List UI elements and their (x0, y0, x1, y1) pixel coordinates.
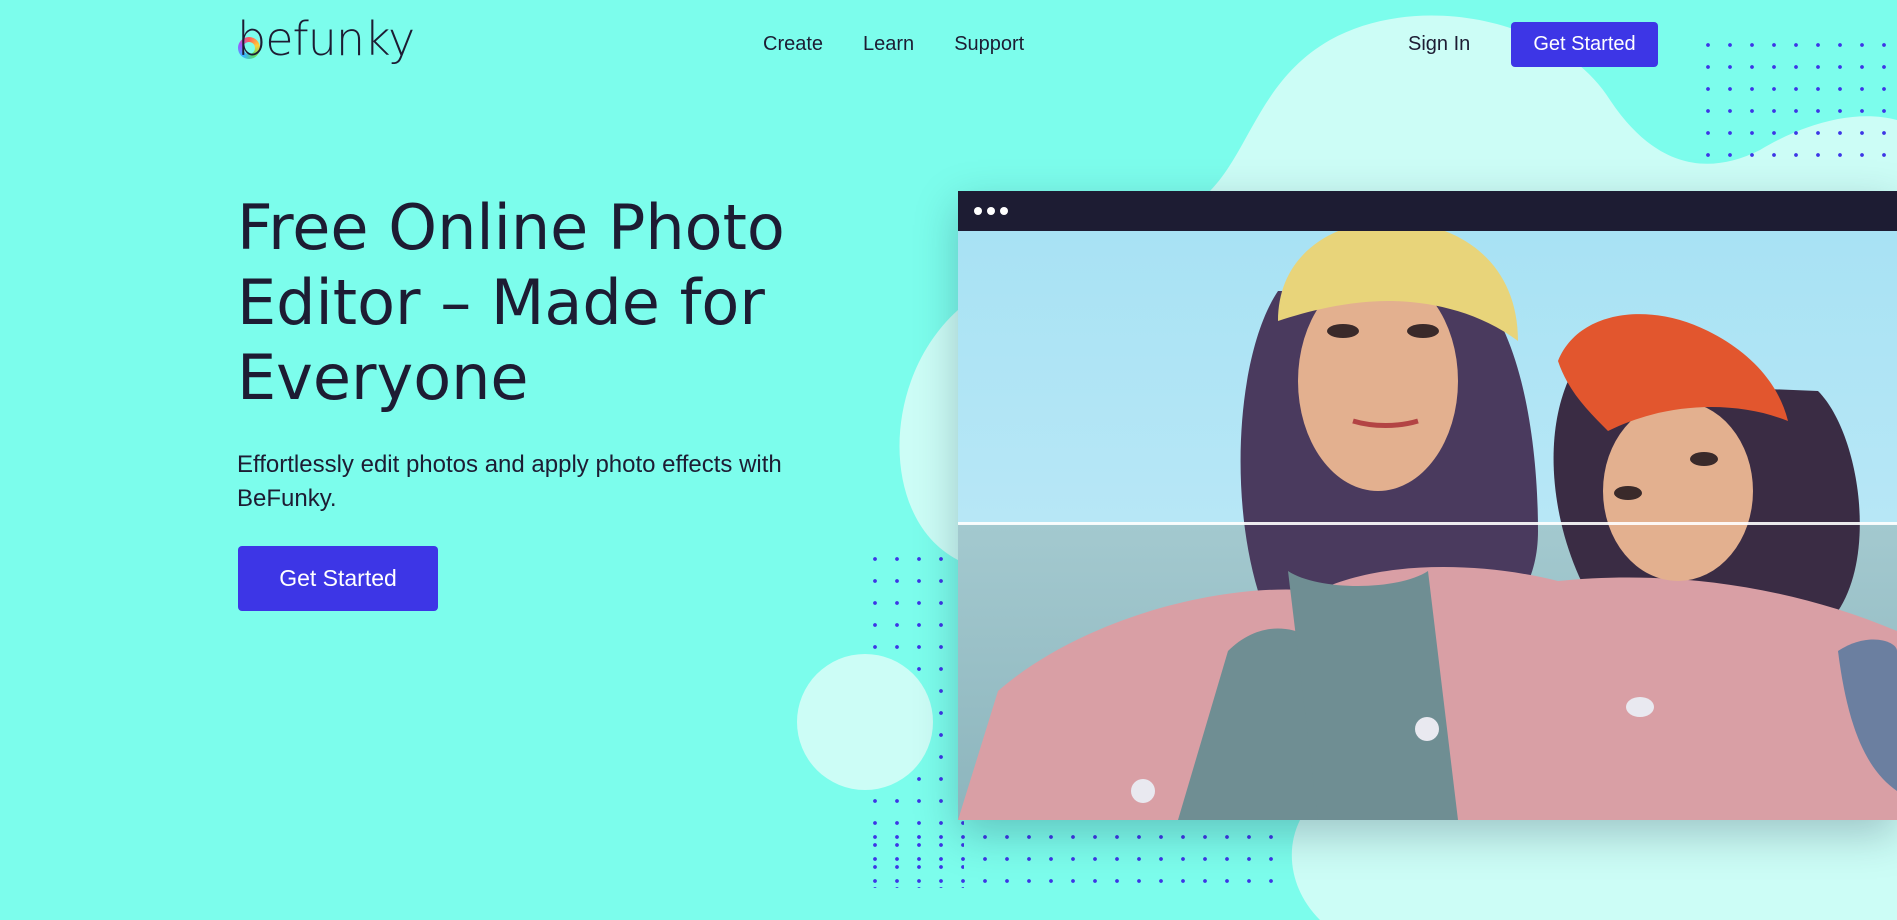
page: befunky Create Learn Support Sign In Get… (0, 0, 1897, 920)
site-header: befunky Create Learn Support Sign In Get… (0, 0, 1897, 90)
main-nav: Create Learn Support (763, 30, 1024, 58)
befunky-logo[interactable]: befunky (237, 12, 415, 68)
logo-text: befunky (237, 12, 415, 66)
before-after-divider[interactable] (958, 522, 1897, 525)
decorative-dot-grid (864, 826, 1274, 888)
editor-window-preview (958, 191, 1897, 820)
hero-subtitle: Effortlessly edit photos and apply photo… (237, 451, 782, 512)
header-get-started-button[interactable]: Get Started (1511, 22, 1658, 67)
window-dots-icon (974, 207, 1008, 215)
sign-in-link[interactable]: Sign In (1408, 30, 1470, 58)
nav-learn[interactable]: Learn (863, 30, 914, 58)
editor-title-bar (958, 191, 1897, 231)
photo-preview-image (958, 231, 1897, 820)
hero-title: Free Online Photo Editor – Made for Ever… (237, 191, 785, 414)
decorative-circle (797, 654, 933, 790)
hero-get-started-button[interactable]: Get Started (238, 546, 438, 611)
nav-create[interactable]: Create (763, 30, 823, 58)
nav-support[interactable]: Support (954, 30, 1024, 58)
